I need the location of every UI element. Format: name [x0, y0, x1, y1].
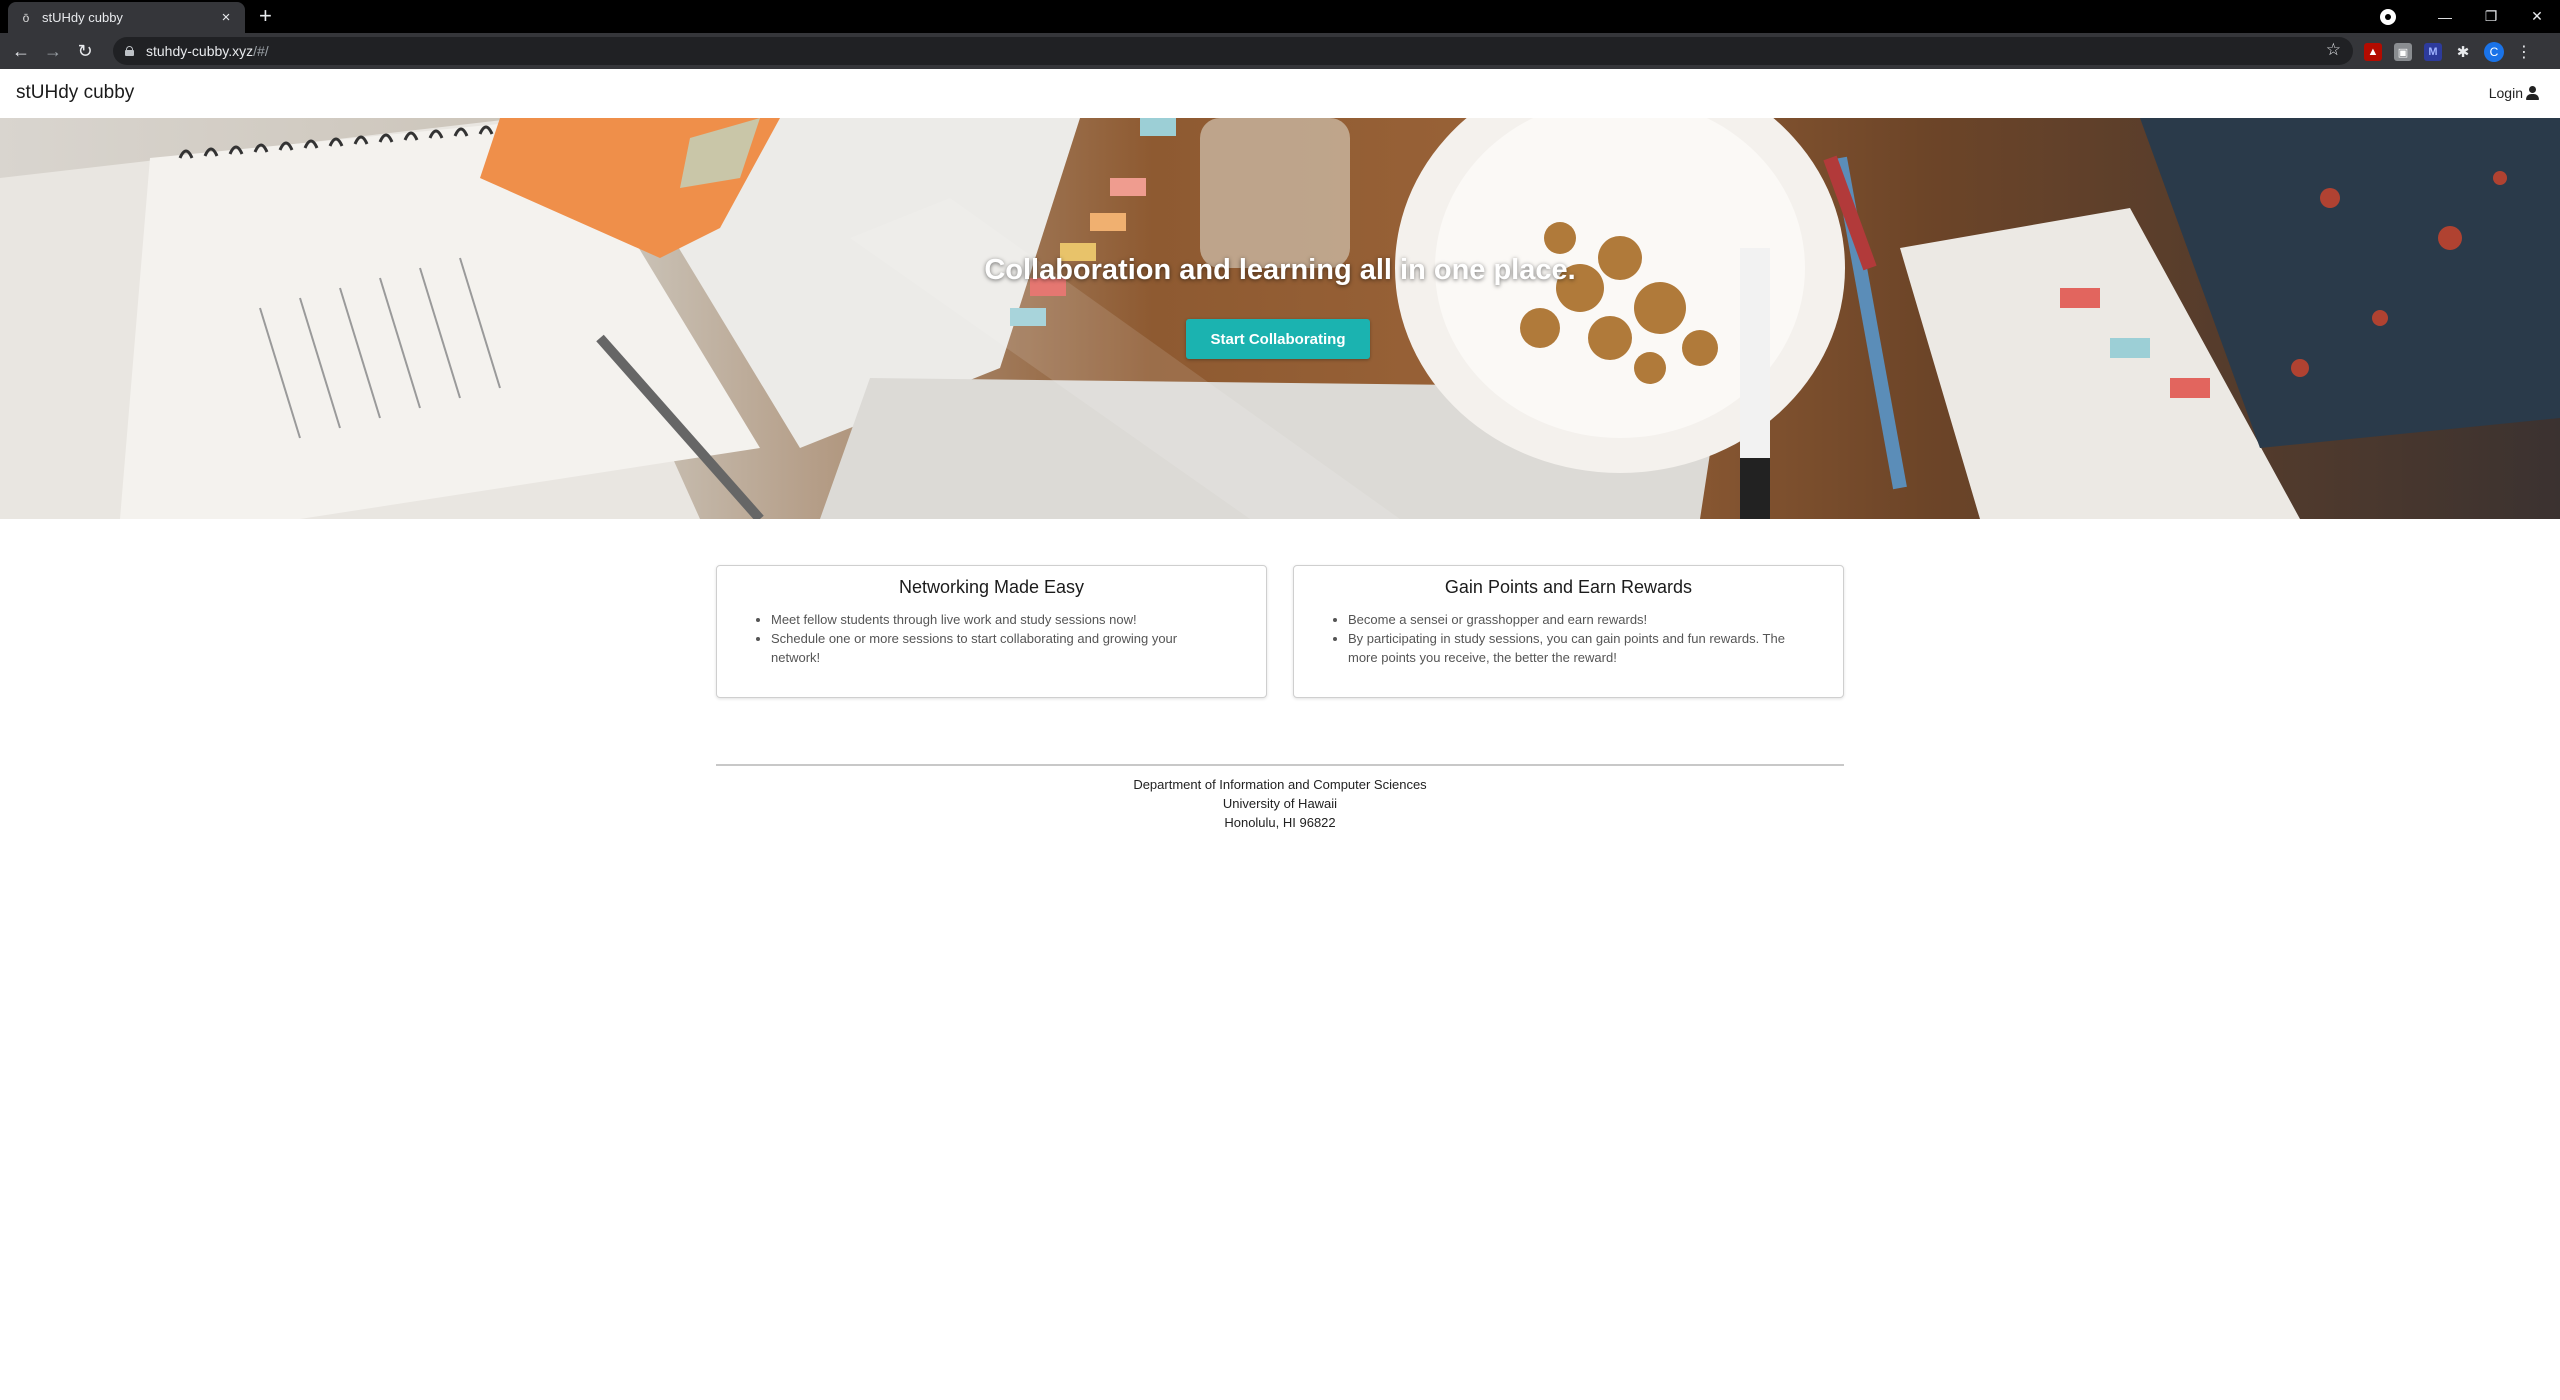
close-tab-icon[interactable]: × — [217, 9, 235, 26]
star-icon[interactable]: ☆ — [2326, 40, 2341, 60]
extensions-puzzle-icon[interactable]: ✱ — [2454, 43, 2472, 61]
pdf-extension-icon[interactable]: ▲ — [2364, 43, 2382, 61]
card-title: Networking Made Easy — [898, 577, 1085, 597]
url-host: stuhdy-cubby.xyz — [146, 43, 254, 59]
list-item: Schedule one or more sessions to start c… — [771, 629, 1226, 667]
new-tab-button[interactable]: + — [259, 5, 272, 27]
tab-title: stUHdy cubby — [42, 10, 123, 25]
window-controls: — ❐ ✕ — [2380, 0, 2560, 33]
footer-divider — [716, 764, 1844, 766]
card-title: Gain Points and Earn Rewards — [1444, 577, 1693, 597]
feature-card-networking: Networking Made Easy Meet fellow student… — [716, 565, 1267, 698]
extensions-area: ▲ ▣ M ✱ C ⋮ — [2364, 42, 2532, 62]
back-icon[interactable]: ← — [10, 40, 32, 62]
reload-icon[interactable]: ↻ — [74, 40, 96, 62]
close-window-button[interactable]: ✕ — [2514, 8, 2560, 25]
lock-icon[interactable] — [125, 46, 134, 56]
footer-university: University of Hawaii — [1222, 796, 1338, 811]
media-control-icon[interactable] — [2380, 8, 2396, 25]
profile-avatar[interactable]: C — [2484, 42, 2504, 62]
user-icon — [2526, 86, 2540, 100]
hero-banner: Collaboration and learning all in one pl… — [0, 118, 2560, 519]
browser-menu-icon[interactable]: ⋮ — [2516, 42, 2532, 62]
list-item: Meet fellow students through live work a… — [771, 610, 1226, 629]
restore-button[interactable]: ❐ — [2468, 8, 2514, 25]
m-extension-icon[interactable]: M — [2424, 43, 2442, 61]
browser-tab[interactable]: ō stUHdy cubby × — [8, 2, 245, 33]
brand-logo-text[interactable]: stUHdy cubby — [16, 82, 134, 104]
minimize-button[interactable]: — — [2422, 9, 2468, 25]
favicon-icon: ō — [22, 10, 30, 25]
list-item: By participating in study sessions, you … — [1348, 629, 1803, 667]
site-navbar: stUHdy cubby Login — [0, 69, 2560, 119]
url-path: /#/ — [253, 43, 269, 59]
hero-headline: Collaboration and learning all in one pl… — [984, 254, 1576, 286]
card-list: Become a sensei or grasshopper and earn … — [1294, 610, 1843, 667]
tab-extension-icon[interactable]: ▣ — [2394, 43, 2412, 61]
login-label: Login — [2488, 85, 2523, 101]
browser-tab-strip: ō stUHdy cubby × + — ❐ ✕ — [0, 0, 2560, 33]
site-footer: Department of Information and Computer S… — [716, 775, 1844, 832]
start-collaborating-button[interactable]: Start Collaborating — [1186, 319, 1370, 359]
footer-address: Honolulu, HI 96822 — [1224, 815, 1336, 830]
list-item: Become a sensei or grasshopper and earn … — [1348, 610, 1803, 629]
forward-icon[interactable]: → — [42, 40, 64, 62]
footer-department: Department of Information and Computer S… — [1133, 777, 1427, 792]
login-link[interactable]: Login — [2489, 85, 2540, 101]
browser-toolbar: ← → ↻ stuhdy-cubby.xyz /#/ ☆ ▲ ▣ M ✱ C ⋮ — [0, 33, 2560, 69]
feature-card-rewards: Gain Points and Earn Rewards Become a se… — [1293, 565, 1844, 698]
address-bar[interactable]: stuhdy-cubby.xyz /#/ ☆ — [113, 37, 2353, 65]
card-list: Meet fellow students through live work a… — [717, 610, 1266, 667]
